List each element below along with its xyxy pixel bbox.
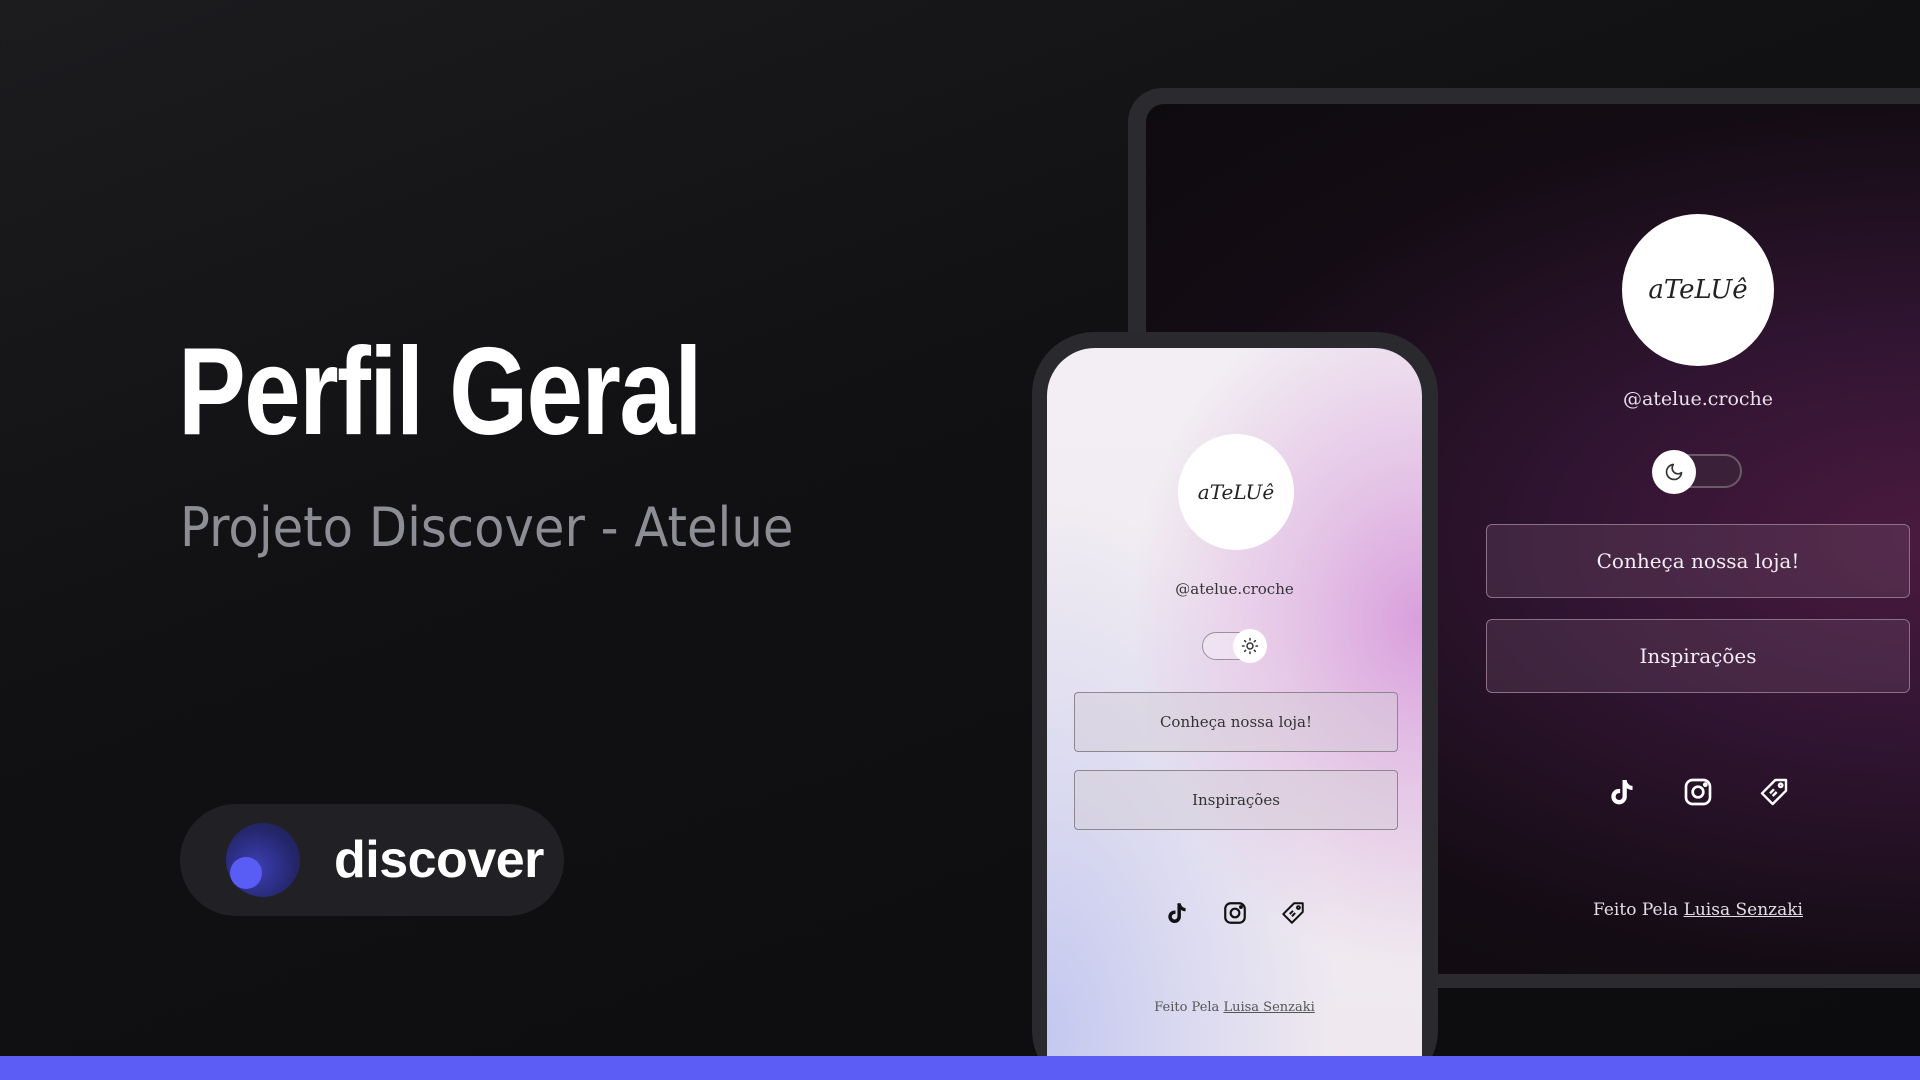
tiktok-icon[interactable] — [1164, 900, 1190, 926]
inspirations-button[interactable]: Inspirações — [1486, 619, 1910, 693]
profile-handle: @atelue.croche — [1175, 580, 1294, 598]
tiktok-icon[interactable] — [1606, 776, 1638, 808]
profile-footer: Feito Pela Luisa Senzaki — [1486, 900, 1910, 920]
profile-handle: @atelue.croche — [1622, 388, 1774, 410]
theme-toggle[interactable] — [1202, 629, 1267, 663]
discover-logo-icon — [226, 823, 300, 897]
profile-avatar: aTeLUê — [1178, 434, 1294, 550]
shop-button[interactable]: Conheça nossa loja! — [1486, 524, 1910, 598]
footer-prefix: Feito Pela — [1154, 1000, 1220, 1015]
profile-avatar: aTeLUê — [1622, 214, 1774, 366]
author-link[interactable]: Luisa Senzaki — [1684, 900, 1803, 920]
discover-label: discover — [334, 831, 544, 889]
instagram-icon[interactable] — [1222, 900, 1248, 926]
discover-badge: discover — [180, 804, 564, 916]
page-title: Perfil Geral — [178, 323, 703, 461]
footer-prefix: Feito Pela — [1593, 900, 1679, 920]
profile-footer: Feito Pela Luisa Senzaki — [1047, 1000, 1422, 1015]
instagram-icon[interactable] — [1682, 776, 1714, 808]
phone-screen-light-profile: aTeLUê @atelue.croche Conheça nossa loja… — [1047, 348, 1422, 1068]
atelue-logo: aTeLUê — [1197, 480, 1275, 504]
social-links — [1164, 900, 1306, 926]
accent-bar — [0, 1056, 1920, 1080]
sun-icon — [1233, 629, 1267, 663]
author-link[interactable]: Luisa Senzaki — [1223, 1000, 1314, 1015]
moon-icon — [1652, 450, 1696, 494]
inspirations-button[interactable]: Inspirações — [1074, 770, 1398, 830]
tag-icon[interactable] — [1280, 900, 1306, 926]
page-subtitle: Projeto Discover - Atelue — [180, 496, 794, 559]
theme-toggle[interactable] — [1652, 450, 1742, 494]
atelue-logo: aTeLUê — [1648, 275, 1748, 305]
social-links — [1606, 776, 1790, 808]
shop-button[interactable]: Conheça nossa loja! — [1074, 692, 1398, 752]
tag-icon[interactable] — [1758, 776, 1790, 808]
